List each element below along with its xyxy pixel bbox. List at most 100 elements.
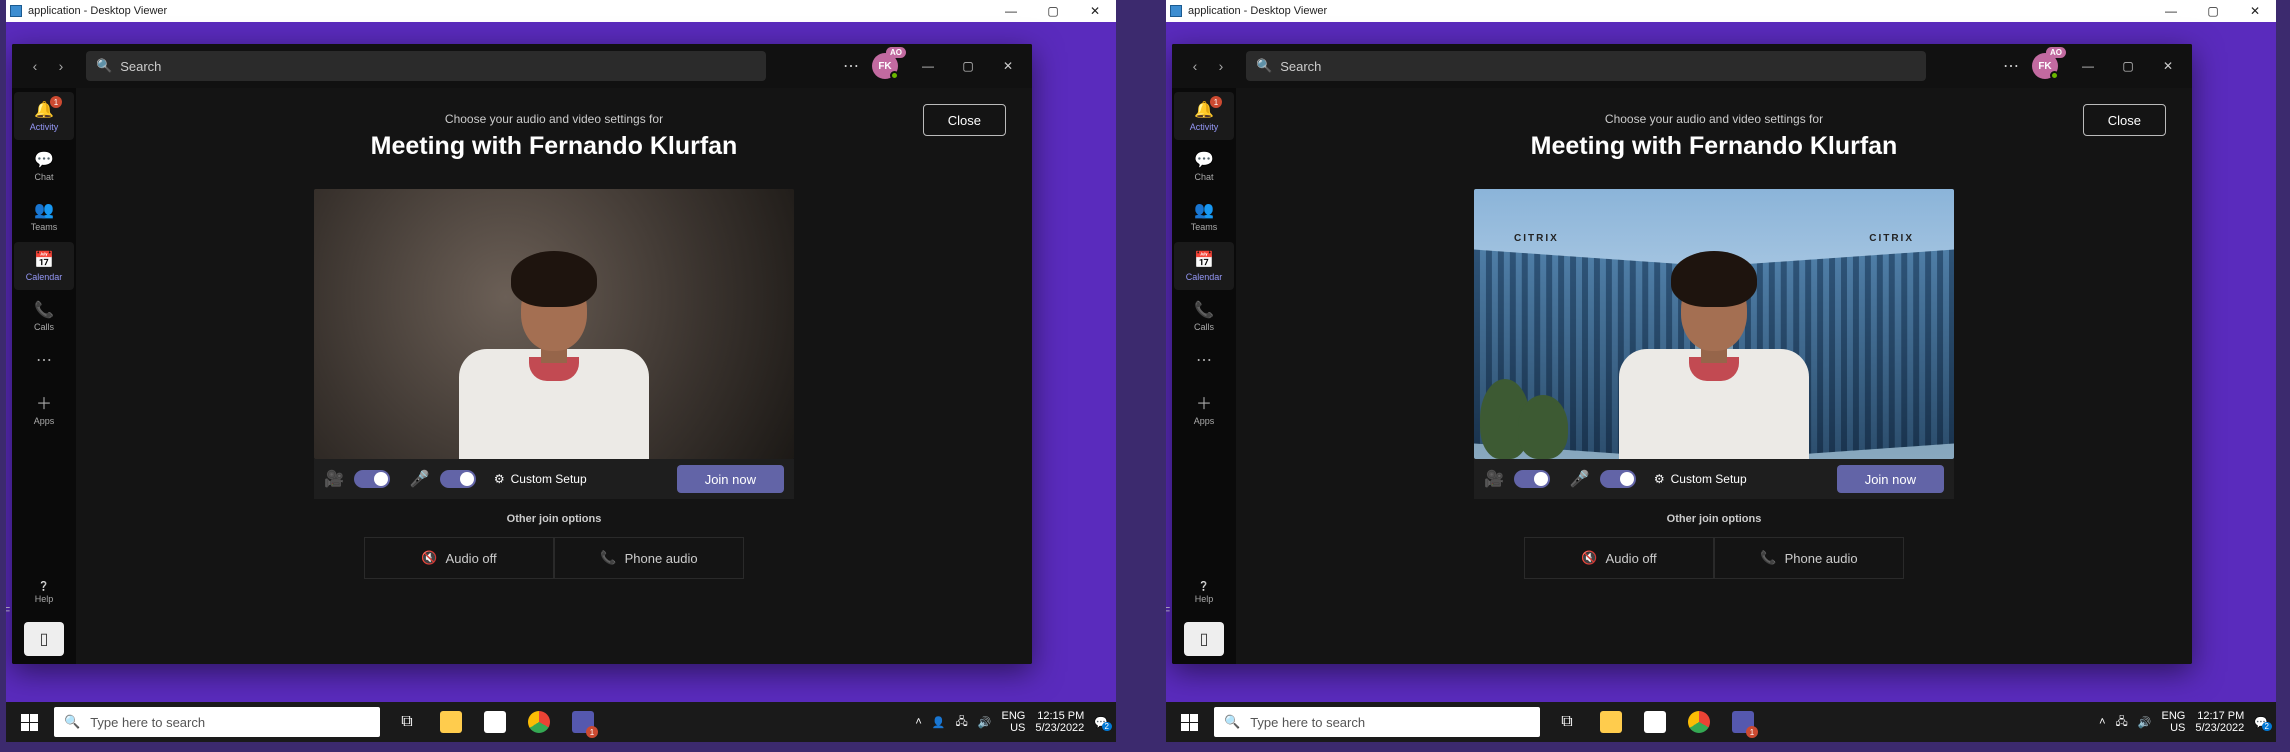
custom-setup-button[interactable]: ⚙ Custom Setup [494, 472, 587, 486]
phone-audio-button[interactable]: 📞 Phone audio [554, 537, 744, 579]
sidebar-download-app-button[interactable]: ▯ [24, 622, 64, 656]
mic-toggle[interactable] [1600, 470, 1636, 488]
dv-close-button[interactable]: ✕ [1074, 0, 1116, 22]
sidebar-item-label: Help [35, 594, 54, 604]
sidebar-item-activity[interactable]: 🔔 1 Activity [14, 92, 74, 140]
sidebar-item-calls[interactable]: 📞 Calls [14, 292, 74, 340]
search-input[interactable]: 🔍 Search [86, 51, 766, 81]
notepad-button[interactable] [474, 702, 516, 742]
sidebar-item-calendar[interactable]: 📅 Calendar [14, 242, 74, 290]
nav-back-button[interactable]: ‹ [1184, 55, 1206, 77]
file-explorer-button[interactable] [430, 702, 472, 742]
teams-close-button[interactable]: ✕ [2148, 51, 2188, 81]
action-center-badge: 2 [1102, 722, 1112, 731]
building-label-right: CITRIX [1869, 233, 1914, 244]
join-now-button[interactable]: Join now [1837, 465, 1944, 493]
start-button[interactable] [6, 702, 52, 742]
teams-close-button[interactable]: ✕ [988, 51, 1028, 81]
start-button[interactable] [1166, 702, 1212, 742]
chrome-button[interactable] [1678, 702, 1720, 742]
sidebar-item-apps[interactable]: ＋ Apps [14, 384, 74, 432]
desktop-viewer-titlebar: application - Desktop Viewer — ▢ ✕ [6, 0, 1116, 22]
mic-toggle[interactable] [440, 470, 476, 488]
dv-minimize-button[interactable]: — [990, 0, 1032, 22]
task-view-button[interactable]: ⧉ [1546, 702, 1588, 742]
sidebar-item-chat[interactable]: 💬 Chat [14, 142, 74, 190]
windows-taskbar: 🔍 Type here to search ⧉ 1 ˄ 🖧 🔊 ENG [1166, 702, 2276, 742]
phone-audio-button[interactable]: 📞 Phone audio [1714, 537, 1904, 579]
search-input[interactable]: 🔍 Search [1246, 51, 1926, 81]
audio-off-button[interactable]: 🔇 Audio off [1524, 537, 1714, 579]
sidebar-item-calls[interactable]: 📞 Calls [1174, 292, 1234, 340]
sidebar-item-help[interactable]: ❔ Help [1172, 581, 1236, 604]
tray-network-icon[interactable]: 🖧 [2116, 713, 2128, 732]
system-tray: ˄ 👤 🖧 🔊 ENG US 12:15 PM 5/23/2022 💬2 [915, 710, 1116, 734]
taskbar-search-input[interactable]: 🔍 Type here to search [1214, 707, 1540, 737]
dv-close-button[interactable]: ✕ [2234, 0, 2276, 22]
prejoin-prompt: Choose your audio and video settings for [1236, 112, 2192, 126]
tray-volume-icon[interactable]: 🔊 [2138, 716, 2152, 729]
clock-time: 12:17 PM [2197, 710, 2244, 722]
sidebar-download-app-button[interactable]: ▯ [1184, 622, 1224, 656]
audio-off-button[interactable]: 🔇 Audio off [364, 537, 554, 579]
chrome-button[interactable] [518, 702, 560, 742]
tray-volume-icon[interactable]: 🔊 [978, 716, 992, 729]
teams-maximize-button[interactable]: ▢ [948, 51, 988, 81]
tray-clock[interactable]: 12:17 PM 5/23/2022 [2195, 710, 2244, 734]
other-options-heading: Other join options [1236, 513, 2192, 525]
prejoin-close-button[interactable]: Close [2083, 104, 2166, 136]
sidebar-item-teams[interactable]: 👥 Teams [1174, 192, 1234, 240]
sidebar-item-label: Apps [34, 416, 55, 426]
tray-language-indicator[interactable]: ENG US [1002, 710, 1026, 734]
prejoin-close-button[interactable]: Close [923, 104, 1006, 136]
tray-clock[interactable]: 12:15 PM 5/23/2022 [1035, 710, 1084, 734]
teams-minimize-button[interactable]: — [2068, 51, 2108, 81]
notepad-icon [1644, 711, 1666, 733]
tray-action-center-icon[interactable]: 💬2 [1094, 716, 1108, 729]
user-avatar[interactable]: FK AO [872, 53, 898, 79]
sidebar-item-calendar[interactable]: 📅 Calendar [1174, 242, 1234, 290]
teams-taskbar-button[interactable]: 1 [562, 702, 604, 742]
teams-icon: 👥 [34, 200, 54, 220]
notepad-button[interactable] [1634, 702, 1676, 742]
camera-toggle[interactable] [354, 470, 390, 488]
sidebar-item-label: Activity [1190, 122, 1219, 132]
help-icon: ❔ [38, 581, 49, 592]
sidebar-more-button[interactable]: ⋯ [36, 350, 52, 370]
file-explorer-button[interactable] [1590, 702, 1632, 742]
nav-forward-button[interactable]: › [50, 55, 72, 77]
user-avatar[interactable]: FK AO [2032, 53, 2058, 79]
sidebar-more-button[interactable]: ⋯ [1196, 350, 1212, 370]
nav-forward-button[interactable]: › [1210, 55, 1232, 77]
taskbar-search-input[interactable]: 🔍 Type here to search [54, 707, 380, 737]
join-now-button[interactable]: Join now [677, 465, 784, 493]
tray-action-center-icon[interactable]: 💬2 [2254, 716, 2268, 729]
teams-minimize-button[interactable]: — [908, 51, 948, 81]
video-preview: CITRIX CITRIX [1474, 189, 1954, 459]
sidebar-item-help[interactable]: ❔ Help [12, 581, 76, 604]
sidebar-item-chat[interactable]: 💬 Chat [1174, 142, 1234, 190]
teams-taskbar-badge: 1 [1746, 726, 1758, 738]
teams-maximize-button[interactable]: ▢ [2108, 51, 2148, 81]
teams-titlebar: ‹ › 🔍 Search ⋯ FK AO — ▢ ✕ [1172, 44, 2192, 88]
camera-toggle[interactable] [1514, 470, 1550, 488]
sidebar-item-apps[interactable]: ＋ Apps [1174, 384, 1234, 432]
tray-chevron-up-icon[interactable]: ˄ [915, 716, 921, 728]
more-options-button[interactable]: ⋯ [1996, 51, 2026, 81]
tray-chevron-up-icon[interactable]: ˄ [2099, 716, 2105, 728]
more-options-button[interactable]: ⋯ [836, 51, 866, 81]
tray-language-indicator[interactable]: ENG US [2162, 710, 2186, 734]
dv-maximize-button[interactable]: ▢ [1032, 0, 1074, 22]
task-view-button[interactable]: ⧉ [386, 702, 428, 742]
search-icon: 🔍 [1256, 58, 1272, 74]
custom-setup-button[interactable]: ⚙ Custom Setup [1654, 472, 1747, 486]
sidebar-item-teams[interactable]: 👥 Teams [14, 192, 74, 240]
sidebar-item-activity[interactable]: 🔔 1 Activity [1174, 92, 1234, 140]
phone-icon: 📞 [34, 300, 54, 320]
dv-minimize-button[interactable]: — [2150, 0, 2192, 22]
teams-taskbar-button[interactable]: 1 [1722, 702, 1764, 742]
tray-people-icon[interactable]: 👤 [932, 716, 946, 729]
dv-maximize-button[interactable]: ▢ [2192, 0, 2234, 22]
nav-back-button[interactable]: ‹ [24, 55, 46, 77]
tray-network-icon[interactable]: 🖧 [956, 713, 968, 732]
